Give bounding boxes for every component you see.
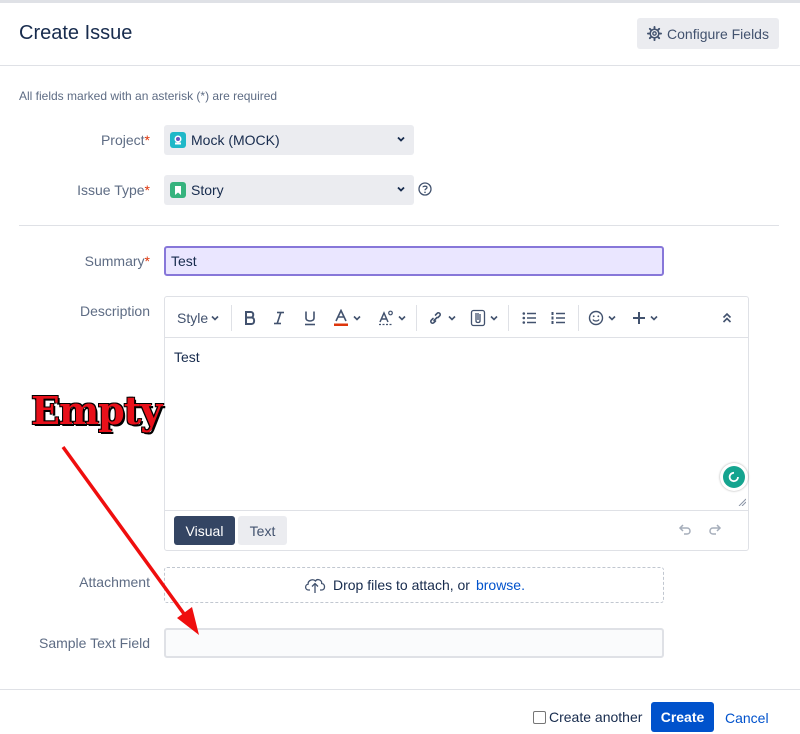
create-another-checkbox[interactable]: Create another [533,709,642,725]
required-fields-note: All fields marked with an asterisk (*) a… [19,89,278,103]
configure-fields-button[interactable]: Configure Fields [637,18,779,49]
chevron-down-icon [608,315,616,321]
create-issue-dialog: Create Issue Configure Fields All fields… [0,0,800,734]
project-select[interactable]: Mock (MOCK) [164,125,414,155]
visual-mode-tab[interactable]: Visual [174,516,235,545]
toolbar-separator [508,305,509,331]
style-dropdown-label: Style [177,310,209,326]
text-mode-tab[interactable]: Text [238,516,287,545]
browse-link[interactable]: browse. [476,577,525,593]
project-avatar-icon [170,132,186,148]
collapse-icon [722,312,732,323]
bold-icon [245,311,256,325]
toolbar-separator [231,305,232,331]
attachment-label: Attachment [79,574,150,590]
bullet-list-button[interactable] [522,308,536,328]
emoji-icon [588,310,604,326]
upload-cloud-icon [304,578,326,593]
toolbar-separator [416,305,417,331]
grammarly-icon [723,466,745,488]
sample-text-field-input[interactable] [164,628,664,658]
editor-footer: Visual Text [165,510,748,550]
chevron-down-icon [211,315,219,321]
issue-type-label-text: Issue Type [77,182,145,198]
underline-button[interactable] [303,308,317,328]
annotation-label: Empty [31,388,162,433]
numbered-list-button[interactable] [551,308,565,328]
link-icon [429,311,442,325]
chevron-down-icon [650,315,658,321]
summary-input[interactable]: Test [164,246,664,276]
dialog-title: Create Issue [19,22,133,44]
chevron-down-icon [397,186,405,192]
section-divider [19,225,779,226]
issue-type-label: Issue Type* [77,182,150,198]
text-effects-button[interactable] [378,308,407,328]
redo-icon[interactable] [707,523,723,537]
toolbar-separator [578,305,579,331]
sample-text-field-label: Sample Text Field [38,635,150,651]
italic-button[interactable] [273,308,285,328]
chevron-down-icon [398,315,406,321]
help-icon[interactable] [418,182,432,196]
underline-icon [305,311,315,326]
project-label-text: Project [100,132,145,148]
create-button[interactable]: Create [651,702,714,732]
chevron-down-icon [397,136,405,142]
link-button[interactable] [427,308,457,328]
insert-more-button[interactable] [632,308,659,328]
checkbox-box[interactable] [533,710,546,724]
issue-type-select[interactable]: Story [164,175,414,205]
editor-toolbar: Style [165,297,748,338]
chevron-down-icon [490,315,498,321]
resize-handle-icon[interactable] [738,498,746,506]
issue-type-value: Story [191,182,224,198]
attachment-button[interactable] [470,308,499,328]
attachment-icon [470,309,486,327]
emoji-button[interactable] [588,308,617,328]
attachment-drop-text: Drop files to attach, or [333,577,470,593]
attachment-dropzone[interactable]: Drop files to attach, or browse. [164,567,664,603]
description-editor: Style Test Visual Text [164,296,749,551]
chevron-down-icon [448,315,456,321]
text-color-icon [334,309,348,326]
dialog-header: Create Issue Configure Fields [0,3,800,66]
required-asterisk: * [144,253,150,269]
bullet-list-icon [522,312,536,324]
required-asterisk: * [144,182,150,198]
cancel-button[interactable]: Cancel [725,710,769,726]
bold-button[interactable] [243,308,257,328]
dialog-footer: Create another Create Cancel [0,689,800,734]
chevron-down-icon [353,315,361,321]
style-dropdown[interactable]: Style [177,308,220,328]
undo-icon[interactable] [677,523,693,537]
gear-icon [647,26,663,41]
plus-icon [633,312,645,324]
required-asterisk: * [144,132,150,148]
italic-icon [274,311,284,325]
description-text[interactable]: Test [174,349,200,365]
summary-label-text: Summary [84,253,145,269]
configure-fields-label: Configure Fields [667,25,769,42]
story-icon [170,182,186,198]
text-color-button[interactable] [333,308,362,328]
numbered-list-icon [551,312,565,324]
project-value: Mock (MOCK) [191,132,280,148]
project-label: Project* [101,132,150,148]
grammarly-button[interactable] [720,463,748,491]
description-label: Description [79,303,150,319]
text-effects-icon [379,310,393,326]
collapse-toolbar-button[interactable] [722,308,732,328]
create-another-label: Create another [549,709,643,725]
summary-label: Summary* [85,253,150,269]
